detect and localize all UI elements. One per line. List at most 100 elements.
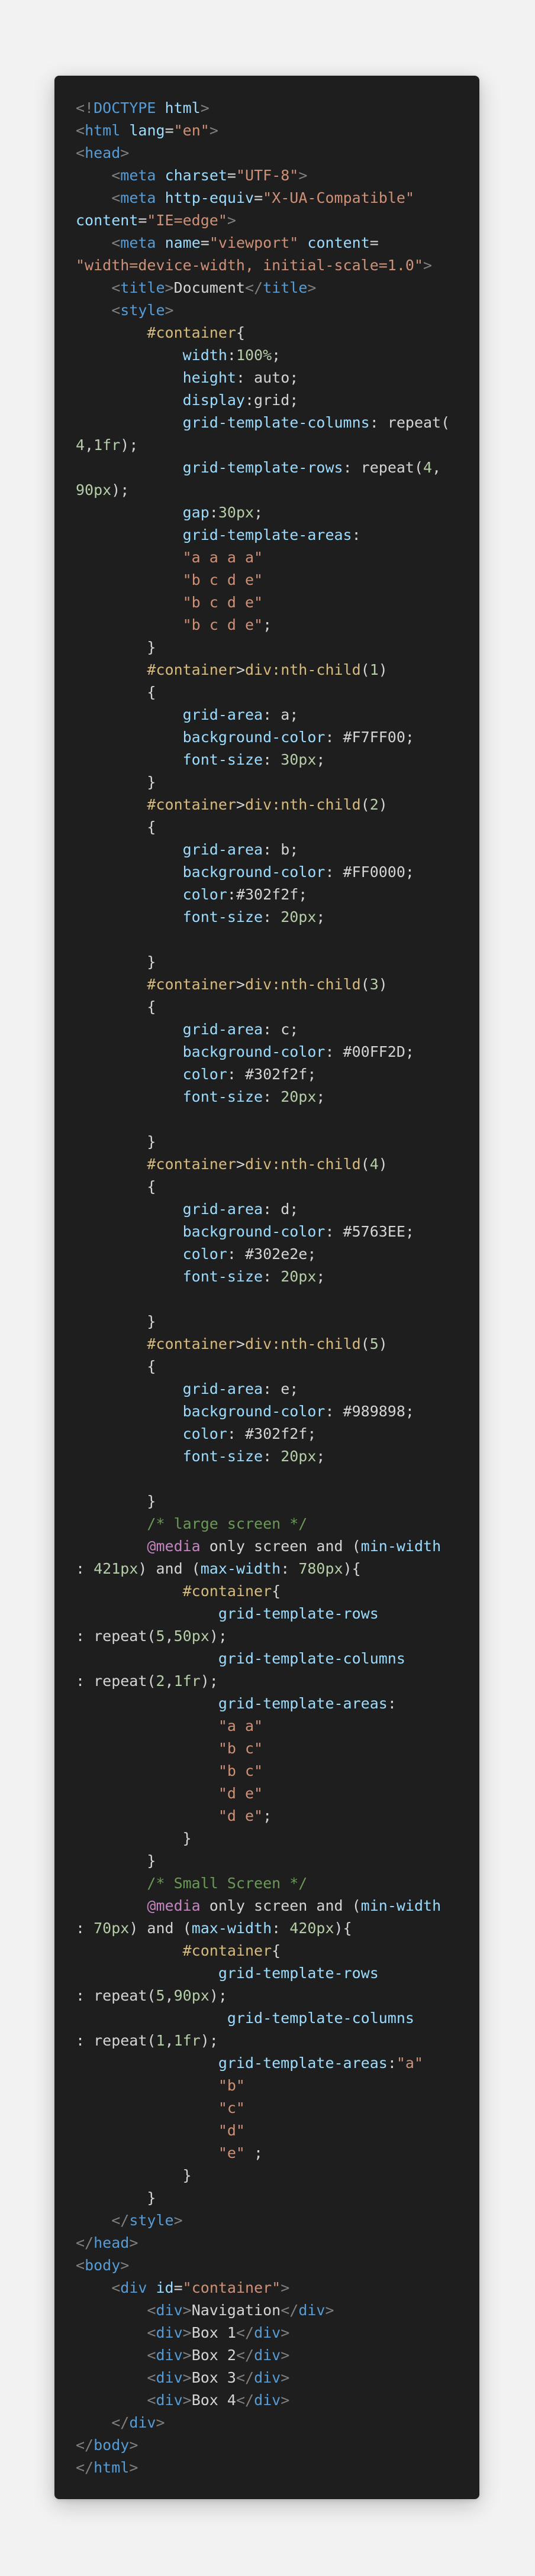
code-token: >: [281, 2347, 290, 2364]
code-token: {: [76, 1358, 156, 1375]
code-token: 100%: [236, 347, 272, 364]
code-token: <: [111, 167, 121, 184]
code-token: html: [165, 99, 201, 116]
code-token: </: [236, 2369, 254, 2386]
code-token: gap: [182, 504, 210, 521]
code-token: max-width: [191, 1920, 272, 1937]
code-token: >: [307, 279, 317, 296]
code-line: }: [76, 636, 468, 659]
code-line: #container>div:nth-child(4): [76, 1153, 468, 1176]
code-token: 1fr: [173, 1672, 201, 1690]
code-token: : repeat(: [76, 1672, 156, 1690]
code-token: 30px: [218, 504, 254, 521]
code-lines: <!DOCTYPE html> <html lang="en"> <head> <m…: [76, 97, 468, 2479]
code-token: "d e": [218, 1785, 263, 1802]
code-token: 5: [156, 1627, 165, 1645]
code-token: :: [352, 526, 361, 543]
code-token: "viewport": [209, 234, 299, 251]
code-token: Box 4: [191, 2391, 236, 2409]
code-token: {: [272, 1942, 281, 1959]
code-token: ): [378, 1156, 388, 1173]
code-token: 20px: [281, 908, 317, 925]
code-token: 1fr: [173, 2032, 201, 2049]
code-token: 20px: [281, 1268, 317, 1285]
code-token: #container: [182, 1583, 272, 1600]
code-line: color: #302f2f;: [76, 1063, 468, 1086]
code-token: >: [281, 2324, 290, 2341]
code-line: #container{: [76, 322, 468, 344]
code-line: : 70px) and (max-width: 420px){: [76, 1917, 468, 1940]
code-token: ,: [165, 1987, 174, 2004]
code-token: }: [76, 1852, 156, 1869]
code-token: 4: [369, 1156, 379, 1173]
code-token: #container: [182, 1942, 272, 1959]
code-token: div:nth-child: [245, 796, 361, 813]
code-token: </: [236, 2324, 254, 2341]
code-token: >: [236, 1156, 245, 1173]
code-token: </: [236, 2347, 254, 2364]
code-line: }: [76, 1850, 468, 1872]
code-line: display:grid;: [76, 389, 468, 412]
code-line: grid-area: b;: [76, 839, 468, 861]
code-token: >: [173, 2212, 183, 2229]
code-token: =: [369, 234, 379, 251]
code-token: "width=device-width, initial-scale=1.0": [76, 257, 423, 274]
code-line: "b c d e": [76, 569, 468, 591]
code-line: <html lang="en">: [76, 119, 468, 142]
code-token: {: [76, 684, 156, 701]
code-token: );: [209, 1987, 227, 2004]
code-token: div: [254, 2391, 281, 2409]
code-line: : repeat(5,50px);: [76, 1625, 468, 1648]
code-line: <meta name="viewport" content=: [76, 232, 468, 254]
code-token: grid-template-columns: [218, 1650, 405, 1667]
code-line: grid-area: a;: [76, 704, 468, 726]
code-token: <: [147, 2324, 156, 2341]
code-line: }: [76, 1131, 468, 1153]
code-token: >: [165, 279, 174, 296]
code-token: font-size: [182, 1268, 263, 1285]
code-token: meta: [120, 234, 156, 251]
code-line: {: [76, 816, 468, 839]
code-token: div:nth-child: [245, 1335, 361, 1352]
code-token: "b c d e": [182, 594, 263, 611]
code-token: =: [138, 212, 147, 229]
code-token: style: [120, 302, 165, 319]
code-token: /* Small Screen */: [147, 1875, 308, 1892]
code-token: =: [200, 234, 210, 251]
code-token: #container: [147, 324, 236, 341]
code-token: >: [236, 976, 245, 993]
code-token: font-size: [182, 1448, 263, 1465]
code-token: 5: [156, 1987, 165, 2004]
code-token: >: [156, 2414, 165, 2431]
code-token: );: [200, 2032, 218, 2049]
code-token: }: [76, 774, 156, 791]
code-line: "d e": [76, 1782, 468, 1805]
code-token: }: [76, 2167, 192, 2184]
code-line: background-color: #FF0000;: [76, 861, 468, 884]
code-token: (: [360, 796, 370, 813]
code-line: "a a": [76, 1715, 468, 1737]
code-line: grid-template-columns: [76, 1648, 468, 1670]
code-line: <body>: [76, 2254, 468, 2277]
code-line: grid-area: d;: [76, 1198, 468, 1221]
code-token: div: [129, 2414, 156, 2431]
code-line: height: auto;: [76, 367, 468, 389]
code-line: /* Small Screen */: [76, 1872, 468, 1895]
code-line: #container{: [76, 1940, 468, 1962]
code-token: ;: [244, 2144, 263, 2161]
